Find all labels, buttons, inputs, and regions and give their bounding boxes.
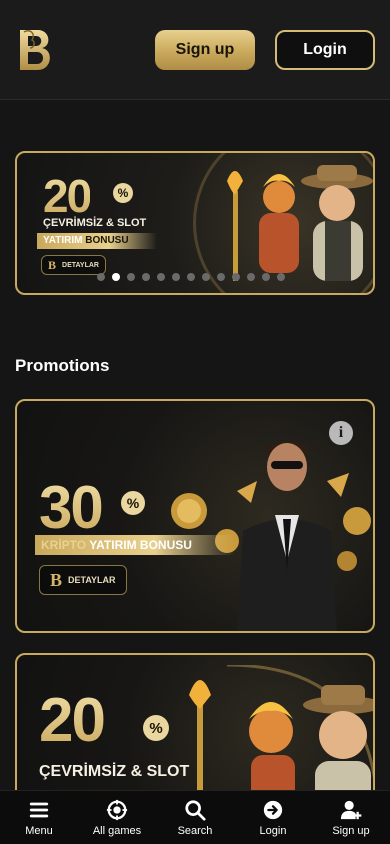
carousel-dot[interactable]: [112, 273, 120, 281]
menu-icon: [29, 802, 49, 817]
carousel-dot[interactable]: [202, 273, 210, 281]
mini-logo-icon: B: [50, 569, 63, 590]
promo-card[interactable]: 20 % ÇEVRİMSİZ & SLOT: [15, 653, 375, 813]
banner-illustration: [227, 165, 373, 281]
nav-label: Login: [259, 824, 287, 837]
ribbon-text-a: YATIRIM: [43, 235, 83, 246]
promo-ribbon: KRİPTO YATIRIM BONUSU: [35, 535, 235, 555]
carousel-dot[interactable]: [232, 273, 240, 281]
ribbon-text-b: YATIRIM BONUSU: [89, 538, 192, 552]
bonus-percent: 20: [43, 170, 92, 222]
promo-card[interactable]: i 30 % KRİPTO YATIRIM BONUSU B DETAYLAR: [15, 399, 375, 633]
app-header: Sign up Login: [0, 0, 390, 100]
details-button[interactable]: B DETAYLAR: [39, 565, 127, 595]
nav-label: Sign up: [332, 824, 370, 837]
carousel-dot[interactable]: [172, 273, 180, 281]
percent-badge: %: [121, 491, 145, 515]
details-button[interactable]: B DETAYLAR: [41, 255, 106, 275]
carousel-dot[interactable]: [157, 273, 165, 281]
nav-login[interactable]: Login: [234, 791, 312, 844]
nav-all-games[interactable]: All games: [78, 791, 156, 844]
signup-button[interactable]: Sign up: [155, 30, 255, 70]
nav-label: Search: [177, 824, 213, 837]
carousel-dot[interactable]: [277, 273, 285, 281]
nav-search[interactable]: Search: [156, 791, 234, 844]
details-label: DETAYLAR: [68, 575, 116, 585]
carousel-dot[interactable]: [97, 273, 105, 281]
carousel-dots: [97, 273, 285, 281]
carousel-dot[interactable]: [187, 273, 195, 281]
promo-line: ÇEVRİMSİZ & SLOT: [39, 763, 190, 780]
details-label: DETAYLAR: [62, 261, 99, 269]
add-user-icon: [340, 800, 362, 819]
hero-banner[interactable]: 20 % ÇEVRİMSİZ & SLOT YATIRIM BONUSU B D…: [15, 151, 375, 295]
info-icon[interactable]: i: [329, 421, 353, 445]
promo-line: ÇEVRİMSİZ & SLOT: [43, 217, 147, 229]
carousel-dot[interactable]: [127, 273, 135, 281]
percent-badge: %: [143, 715, 169, 741]
nav-label: All games: [92, 824, 142, 837]
brand-logo[interactable]: [16, 26, 56, 72]
nav-signup[interactable]: Sign up: [312, 791, 390, 844]
carousel-dot[interactable]: [217, 273, 225, 281]
percent-badge: %: [113, 183, 133, 203]
login-button[interactable]: Login: [275, 30, 375, 70]
bonus-percent: 20: [39, 686, 106, 755]
bonus-percent: 30: [39, 474, 104, 541]
carousel-dot[interactable]: [262, 273, 270, 281]
search-icon: [185, 799, 206, 821]
carousel-dot[interactable]: [142, 273, 150, 281]
chip-icon: [106, 799, 128, 820]
ribbon-text-a: KRİPTO: [41, 538, 87, 552]
nav-label: Menu: [25, 824, 53, 837]
mini-logo-icon: B: [48, 257, 57, 272]
promo-ribbon: YATIRIM BONUSU: [37, 233, 157, 249]
nav-menu[interactable]: Menu: [0, 791, 78, 844]
login-icon: [263, 800, 283, 819]
promotions-title: Promotions: [15, 356, 110, 375]
ribbon-text-b: BONUSU: [85, 235, 129, 246]
bottom-navigation: Menu All games Search Login Sign up: [0, 790, 390, 844]
carousel-dot[interactable]: [247, 273, 255, 281]
